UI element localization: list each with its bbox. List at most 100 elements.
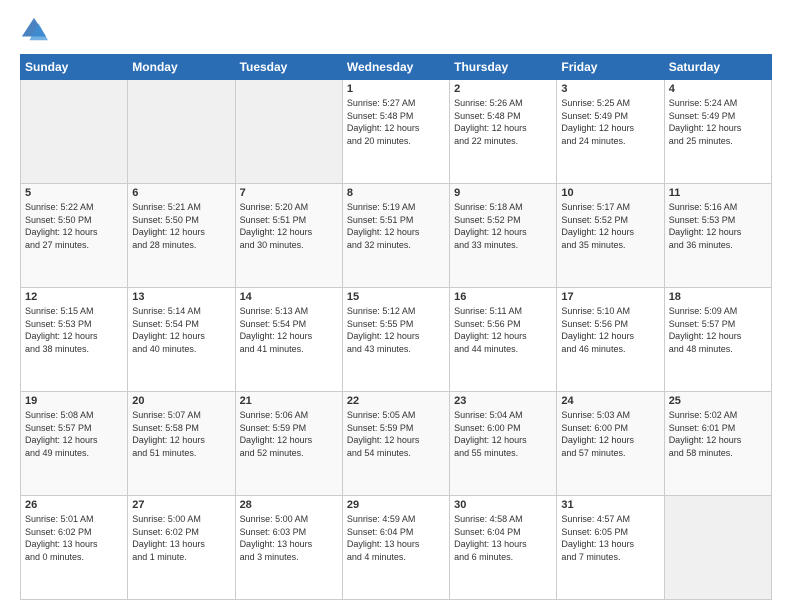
day-number: 24: [561, 395, 659, 407]
day-number: 23: [454, 395, 552, 407]
logo-icon: [20, 16, 48, 44]
calendar-cell: 28 Sunrise: 5:00 AM Sunset: 6:03 PM Dayli…: [235, 496, 342, 600]
calendar-cell: [235, 80, 342, 184]
day-info: Sunrise: 5:07 AM Sunset: 5:58 PM Dayligh…: [132, 409, 230, 459]
day-number: 6: [132, 187, 230, 199]
day-number: 28: [240, 499, 338, 511]
calendar-cell: 25 Sunrise: 5:02 AM Sunset: 6:01 PM Dayli…: [664, 392, 771, 496]
calendar-cell: 12 Sunrise: 5:15 AM Sunset: 5:53 PM Dayli…: [21, 288, 128, 392]
weekday-header-sunday: Sunday: [21, 55, 128, 80]
calendar-cell: 16Sunrise: 5:11 AM Sunset: 5:56 PM Dayli…: [450, 288, 557, 392]
day-number: 10: [561, 187, 659, 199]
day-number: 19: [25, 395, 123, 407]
calendar-cell: 2 Sunrise: 5:26 AM Sunset: 5:48 PM Daylig…: [450, 80, 557, 184]
header: [20, 16, 772, 44]
day-number: 26: [25, 499, 123, 511]
calendar-cell: 7Sunrise: 5:20 AM Sunset: 5:51 PM Daylig…: [235, 184, 342, 288]
calendar-cell: 24 Sunrise: 5:03 AM Sunset: 6:00 PM Dayli…: [557, 392, 664, 496]
weekday-header-monday: Monday: [128, 55, 235, 80]
calendar-cell: 1Sunrise: 5:27 AM Sunset: 5:48 PM Daylig…: [342, 80, 449, 184]
day-info: Sunrise: 5:18 AM Sunset: 5:52 PM Dayligh…: [454, 201, 552, 251]
day-number: 8: [347, 187, 445, 199]
calendar-cell: 27 Sunrise: 5:00 AM Sunset: 6:02 PM Dayli…: [128, 496, 235, 600]
day-info: Sunrise: 5:24 AM Sunset: 5:49 PM Dayligh…: [669, 97, 767, 147]
day-number: 31: [561, 499, 659, 511]
day-number: 14: [240, 291, 338, 303]
calendar-cell: [128, 80, 235, 184]
day-info: Sunrise: 5:26 AM Sunset: 5:48 PM Dayligh…: [454, 97, 552, 147]
day-number: 18: [669, 291, 767, 303]
calendar-cell: 5 Sunrise: 5:22 AM Sunset: 5:50 PM Daylig…: [21, 184, 128, 288]
calendar-cell: 21 Sunrise: 5:06 AM Sunset: 5:59 PM Dayli…: [235, 392, 342, 496]
day-info: Sunrise: 5:01 AM Sunset: 6:02 PM Dayligh…: [25, 513, 123, 563]
day-info: Sunrise: 5:04 AM Sunset: 6:00 PM Dayligh…: [454, 409, 552, 459]
calendar-cell: 30 Sunrise: 4:58 AM Sunset: 6:04 PM Dayli…: [450, 496, 557, 600]
calendar-cell: 31 Sunrise: 4:57 AM Sunset: 6:05 PM Dayli…: [557, 496, 664, 600]
day-info: Sunrise: 5:05 AM Sunset: 5:59 PM Dayligh…: [347, 409, 445, 459]
calendar-cell: 14 Sunrise: 5:13 AM Sunset: 5:54 PM Dayli…: [235, 288, 342, 392]
day-info: Sunrise: 5:22 AM Sunset: 5:50 PM Dayligh…: [25, 201, 123, 251]
calendar-table: SundayMondayTuesdayWednesdayThursdayFrid…: [20, 54, 772, 600]
day-info: Sunrise: 5:17 AM Sunset: 5:52 PM Dayligh…: [561, 201, 659, 251]
day-info: Sunrise: 5:12 AM Sunset: 5:55 PM Dayligh…: [347, 305, 445, 355]
calendar-week-2: 5 Sunrise: 5:22 AM Sunset: 5:50 PM Daylig…: [21, 184, 772, 288]
day-info: Sunrise: 5:20 AM Sunset: 5:51 PM Dayligh…: [240, 201, 338, 251]
day-info: Sunrise: 5:25 AM Sunset: 5:49 PM Dayligh…: [561, 97, 659, 147]
weekday-header-tuesday: Tuesday: [235, 55, 342, 80]
calendar-cell: 13Sunrise: 5:14 AM Sunset: 5:54 PM Dayli…: [128, 288, 235, 392]
day-info: Sunrise: 4:58 AM Sunset: 6:04 PM Dayligh…: [454, 513, 552, 563]
day-number: 2: [454, 83, 552, 95]
calendar-week-4: 19 Sunrise: 5:08 AM Sunset: 5:57 PM Dayli…: [21, 392, 772, 496]
day-info: Sunrise: 5:00 AM Sunset: 6:02 PM Dayligh…: [132, 513, 230, 563]
calendar-cell: 10 Sunrise: 5:17 AM Sunset: 5:52 PM Dayli…: [557, 184, 664, 288]
day-number: 22: [347, 395, 445, 407]
day-number: 1: [347, 83, 445, 95]
day-info: Sunrise: 5:06 AM Sunset: 5:59 PM Dayligh…: [240, 409, 338, 459]
day-number: 21: [240, 395, 338, 407]
day-number: 29: [347, 499, 445, 511]
day-info: Sunrise: 5:03 AM Sunset: 6:00 PM Dayligh…: [561, 409, 659, 459]
day-info: Sunrise: 5:15 AM Sunset: 5:53 PM Dayligh…: [25, 305, 123, 355]
day-info: Sunrise: 5:21 AM Sunset: 5:50 PM Dayligh…: [132, 201, 230, 251]
calendar-week-5: 26 Sunrise: 5:01 AM Sunset: 6:02 PM Dayli…: [21, 496, 772, 600]
day-info: Sunrise: 4:57 AM Sunset: 6:05 PM Dayligh…: [561, 513, 659, 563]
calendar-cell: 17 Sunrise: 5:10 AM Sunset: 5:56 PM Dayli…: [557, 288, 664, 392]
day-info: Sunrise: 4:59 AM Sunset: 6:04 PM Dayligh…: [347, 513, 445, 563]
day-info: Sunrise: 5:09 AM Sunset: 5:57 PM Dayligh…: [669, 305, 767, 355]
calendar-cell: 3Sunrise: 5:25 AM Sunset: 5:49 PM Daylig…: [557, 80, 664, 184]
calendar-cell: 8 Sunrise: 5:19 AM Sunset: 5:51 PM Daylig…: [342, 184, 449, 288]
day-number: 27: [132, 499, 230, 511]
calendar-week-3: 12 Sunrise: 5:15 AM Sunset: 5:53 PM Dayli…: [21, 288, 772, 392]
calendar-cell: 22 Sunrise: 5:05 AM Sunset: 5:59 PM Dayli…: [342, 392, 449, 496]
calendar-cell: [21, 80, 128, 184]
logo: [20, 16, 52, 44]
day-info: Sunrise: 5:10 AM Sunset: 5:56 PM Dayligh…: [561, 305, 659, 355]
day-number: 30: [454, 499, 552, 511]
day-info: Sunrise: 5:00 AM Sunset: 6:03 PM Dayligh…: [240, 513, 338, 563]
day-number: 15: [347, 291, 445, 303]
calendar-week-1: 1Sunrise: 5:27 AM Sunset: 5:48 PM Daylig…: [21, 80, 772, 184]
day-info: Sunrise: 5:19 AM Sunset: 5:51 PM Dayligh…: [347, 201, 445, 251]
day-info: Sunrise: 5:02 AM Sunset: 6:01 PM Dayligh…: [669, 409, 767, 459]
calendar-cell: 23 Sunrise: 5:04 AM Sunset: 6:00 PM Dayli…: [450, 392, 557, 496]
day-info: Sunrise: 5:13 AM Sunset: 5:54 PM Dayligh…: [240, 305, 338, 355]
day-number: 5: [25, 187, 123, 199]
day-info: Sunrise: 5:14 AM Sunset: 5:54 PM Dayligh…: [132, 305, 230, 355]
weekday-header-wednesday: Wednesday: [342, 55, 449, 80]
day-number: 9: [454, 187, 552, 199]
calendar-cell: 29 Sunrise: 4:59 AM Sunset: 6:04 PM Dayli…: [342, 496, 449, 600]
calendar-cell: [664, 496, 771, 600]
day-number: 17: [561, 291, 659, 303]
calendar-cell: 11Sunrise: 5:16 AM Sunset: 5:53 PM Dayli…: [664, 184, 771, 288]
day-info: Sunrise: 5:11 AM Sunset: 5:56 PM Dayligh…: [454, 305, 552, 355]
calendar-cell: 19 Sunrise: 5:08 AM Sunset: 5:57 PM Dayli…: [21, 392, 128, 496]
calendar-cell: 9 Sunrise: 5:18 AM Sunset: 5:52 PM Daylig…: [450, 184, 557, 288]
day-number: 12: [25, 291, 123, 303]
day-info: Sunrise: 5:08 AM Sunset: 5:57 PM Dayligh…: [25, 409, 123, 459]
calendar-header-row: SundayMondayTuesdayWednesdayThursdayFrid…: [21, 55, 772, 80]
day-number: 11: [669, 187, 767, 199]
weekday-header-thursday: Thursday: [450, 55, 557, 80]
calendar-cell: 26 Sunrise: 5:01 AM Sunset: 6:02 PM Dayli…: [21, 496, 128, 600]
day-number: 25: [669, 395, 767, 407]
calendar-cell: 4Sunrise: 5:24 AM Sunset: 5:49 PM Daylig…: [664, 80, 771, 184]
